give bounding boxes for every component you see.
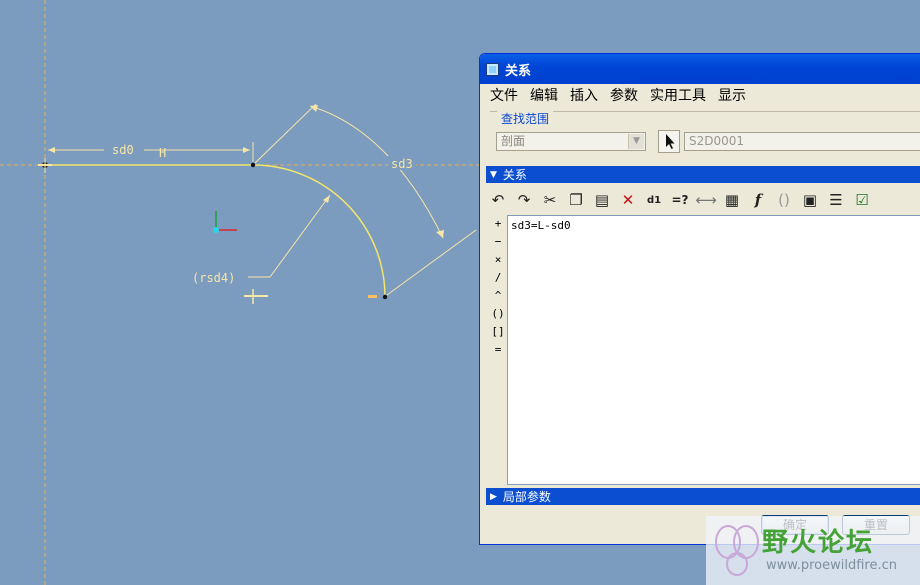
local-parameters-label: 局部参数 bbox=[502, 490, 551, 504]
operator-power[interactable]: ^ bbox=[488, 289, 508, 307]
arrowhead bbox=[243, 147, 250, 153]
select-entity-button[interactable] bbox=[658, 130, 680, 153]
extension-line bbox=[386, 229, 477, 296]
relations-section-header[interactable]: ▼ 关系 bbox=[486, 166, 920, 183]
operator-palette: + − × / ^ () [] = bbox=[488, 217, 508, 361]
entity-field-value: S2D0001 bbox=[689, 134, 745, 148]
dialog-title: 关系 bbox=[505, 63, 532, 79]
endpoint-marker bbox=[368, 295, 377, 298]
search-scope-legend: 查找范围 bbox=[497, 110, 554, 127]
relations-editor[interactable]: sd3=L-sd0 bbox=[507, 215, 920, 485]
paste-icon[interactable]: ▤ bbox=[590, 189, 614, 211]
window-icon bbox=[486, 62, 499, 76]
copy-icon[interactable]: ❐ bbox=[564, 189, 588, 211]
operator-brackets[interactable]: [] bbox=[488, 325, 508, 343]
sketch-vertex[interactable] bbox=[382, 294, 388, 300]
triad-origin bbox=[213, 227, 219, 233]
arrowhead bbox=[48, 147, 55, 153]
operator-multiply[interactable]: × bbox=[488, 253, 508, 271]
arrowhead bbox=[323, 195, 330, 203]
collapse-triangle-icon: ▶ bbox=[490, 491, 497, 502]
dimension-sd3[interactable]: sd3 bbox=[391, 157, 413, 171]
relation-expression[interactable]: sd3=L-sd0 bbox=[511, 219, 920, 232]
lock-icon[interactable]: ▣ bbox=[798, 189, 822, 211]
constraint-H[interactable]: H bbox=[159, 146, 166, 160]
operator-plus[interactable]: + bbox=[488, 217, 508, 235]
relations-dialog: 关系 文件 编辑 插入 参数 实用工具 显示 查找范围 剖面 ▼ S2D0001… bbox=[479, 53, 920, 545]
search-scope-group: 查找范围 剖面 ▼ S2D0001 bbox=[490, 110, 920, 160]
list-icon[interactable]: ☰ bbox=[824, 189, 848, 211]
operator-equals[interactable]: = bbox=[488, 343, 508, 361]
operator-parentheses[interactable]: () bbox=[488, 307, 508, 325]
leader-line bbox=[269, 194, 331, 278]
verify-icon[interactable]: ☑ bbox=[850, 189, 874, 211]
dimension-rsd4[interactable]: (rsd4) bbox=[192, 271, 235, 285]
menu-parameters[interactable]: 参数 bbox=[604, 85, 644, 105]
sketch-vertex[interactable] bbox=[250, 162, 256, 168]
extension-line bbox=[254, 103, 317, 164]
cursor-arrow-icon bbox=[666, 134, 675, 149]
delete-icon[interactable]: ✕ bbox=[616, 189, 640, 211]
operator-divide[interactable]: / bbox=[488, 271, 508, 289]
menu-file[interactable]: 文件 bbox=[484, 85, 524, 105]
sort-icon[interactable]: ▦ bbox=[720, 189, 744, 211]
menu-utilities[interactable]: 实用工具 bbox=[644, 85, 712, 105]
butterfly-logo-icon bbox=[715, 525, 759, 576]
watermark-brand: 野火论坛 bbox=[762, 528, 875, 558]
menu-display[interactable]: 显示 bbox=[712, 85, 752, 105]
arrowhead bbox=[436, 230, 444, 238]
scope-select-value: 剖面 bbox=[501, 134, 526, 148]
relations-toolbar: ↶ ↷ ✂ ❐ ▤ ✕ d1 =? ⟷ ▦ f () ▣ ☰ ☑ bbox=[486, 187, 920, 213]
redo-icon[interactable]: ↷ bbox=[512, 189, 536, 211]
local-parameters-header[interactable]: ▶ 局部参数 bbox=[486, 488, 920, 505]
menu-bar: 文件 编辑 插入 参数 实用工具 显示 bbox=[480, 84, 920, 106]
watermark-url: www.proewildfire.cn bbox=[766, 558, 897, 573]
menu-edit[interactable]: 编辑 bbox=[524, 85, 564, 105]
cut-icon[interactable]: ✂ bbox=[538, 189, 562, 211]
dimension-sd0[interactable]: sd0 bbox=[112, 143, 134, 157]
scope-select[interactable]: 剖面 ▼ bbox=[496, 132, 646, 151]
measure-icon[interactable]: ⟷ bbox=[694, 189, 718, 211]
angular-dimension-arc bbox=[309, 105, 444, 239]
watermark: 野火论坛 www.proewildfire.cn bbox=[706, 516, 920, 585]
operator-minus[interactable]: − bbox=[488, 235, 508, 253]
toggle-display-icon[interactable]: d1 bbox=[642, 189, 666, 211]
function-icon[interactable]: f bbox=[746, 189, 770, 211]
relations-section-label: 关系 bbox=[502, 168, 527, 182]
expand-triangle-icon: ▼ bbox=[490, 169, 497, 180]
parentheses-icon[interactable]: () bbox=[772, 189, 796, 211]
chevron-down-icon[interactable]: ▼ bbox=[628, 134, 644, 149]
sketch-arc[interactable] bbox=[252, 164, 386, 298]
menu-insert[interactable]: 插入 bbox=[564, 85, 604, 105]
dialog-titlebar[interactable]: 关系 bbox=[480, 54, 920, 84]
entity-field[interactable]: S2D0001 bbox=[684, 132, 920, 151]
evaluate-icon[interactable]: =? bbox=[668, 189, 692, 211]
undo-icon[interactable]: ↶ bbox=[486, 189, 510, 211]
